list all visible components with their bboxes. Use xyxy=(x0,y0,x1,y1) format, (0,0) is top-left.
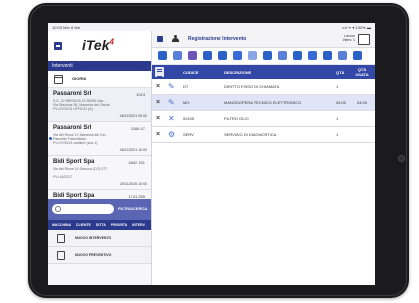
table-row[interactable]: × ⚙ SERV SERVIZIO DI DIAGNOSTICA 1 xyxy=(152,127,375,143)
list-item[interactable]: Passaroni Srl 1013 S.S. 12 BRESCIA 19 25… xyxy=(48,88,151,122)
calendar-toolbar[interactable]: GIORNI xyxy=(48,71,151,88)
unread-dot-icon xyxy=(49,137,52,140)
list-icon[interactable] xyxy=(278,51,287,60)
search-icon xyxy=(55,206,61,212)
calendar-toolbar-label: GIORNI xyxy=(72,76,87,81)
hammer-icon[interactable] xyxy=(218,51,227,60)
close-icon[interactable]: × xyxy=(156,115,163,122)
expand-button[interactable] xyxy=(358,34,370,45)
wrench-icon[interactable] xyxy=(203,51,212,60)
logo-row: iTek4 xyxy=(48,31,151,61)
intervention-list-pane: iTek4 Interventi GIORNI Passaroni Srl 10… xyxy=(48,31,152,285)
page-title: Registrazione Intervento xyxy=(188,36,247,42)
filter-tab-company[interactable]: DITTA xyxy=(96,223,106,227)
list-item[interactable]: Passaroni Srl 1166 47 Via del Rione 12 M… xyxy=(48,122,151,156)
filter-tab-priority[interactable]: PRIORITA xyxy=(111,223,127,227)
menu-icon[interactable] xyxy=(54,42,62,50)
filter-tabs: MACCHINA CLIENTE DITTA PRIORITA INTERV. xyxy=(48,220,151,230)
filter-search-button[interactable]: FILTRA/CERCA xyxy=(118,206,147,211)
table-header: CODICE DESCRIZIONE QTÀ QTÀ USATA xyxy=(152,65,375,79)
wrench-icon: ✎ xyxy=(168,82,175,91)
intervention-detail-pane: Registrazione Intervento Lavoro Interv. … xyxy=(152,31,375,285)
close-icon[interactable]: × xyxy=(156,83,163,90)
column-description: DESCRIZIONE xyxy=(224,70,252,75)
user-icon[interactable] xyxy=(172,35,179,42)
status-time: 10:03 Mer 6 feb xyxy=(52,25,81,30)
table-row[interactable]: × ✎ MO MANODOPERA TECNICO ELETTRONICO 04… xyxy=(152,95,375,111)
new-intervention-icon xyxy=(57,234,65,243)
settings-icon[interactable] xyxy=(233,51,242,60)
search-input[interactable] xyxy=(52,204,114,214)
save-icon[interactable] xyxy=(353,51,362,60)
print-icon[interactable] xyxy=(338,51,347,60)
action-toolbar xyxy=(152,48,375,65)
calendar-icon[interactable] xyxy=(54,75,63,84)
menu-icon[interactable] xyxy=(155,67,164,77)
job-info: Lavoro Interv. 1 xyxy=(342,34,355,42)
list-item[interactable]: Bidi Sport Spa 1802 151 Via del Rione 14… xyxy=(48,156,151,190)
settings-icon: ⚙ xyxy=(168,130,176,139)
app-screen: 10:03 Mer 6 feb ••ıl ᯤ ▾ 100% ▬ iTek4 In… xyxy=(48,23,375,285)
hammer-icon: ✕ xyxy=(168,114,175,123)
search-bar: FILTRA/CERCA xyxy=(48,199,151,220)
new-quote-icon xyxy=(57,251,65,260)
calendar-icon[interactable] xyxy=(293,51,302,60)
person-icon[interactable] xyxy=(323,51,332,60)
detail-header: Registrazione Intervento Lavoro Interv. … xyxy=(152,31,375,48)
filter-tab-machine[interactable]: MACCHINA xyxy=(52,223,71,227)
status-bar: 10:03 Mer 6 feb ••ıl ᯤ ▾ 100% ▬ xyxy=(48,23,375,31)
close-icon[interactable]: × xyxy=(156,99,163,106)
document-icon[interactable] xyxy=(248,51,257,60)
filter-icon[interactable] xyxy=(173,51,182,60)
tools-icon: ✎ xyxy=(168,98,175,107)
column-qty: QTÀ xyxy=(336,70,345,75)
camera-icon[interactable] xyxy=(308,51,317,60)
new-quote-button[interactable]: NUOVO PREVENTIVO xyxy=(48,247,151,264)
column-code: CODICE xyxy=(183,70,199,75)
truck-icon[interactable] xyxy=(188,51,197,60)
tools-icon[interactable] xyxy=(158,51,167,60)
app-logo: iTek4 xyxy=(82,37,114,53)
column-qty-used: QTÀ USATA xyxy=(355,67,369,77)
new-intervention-button[interactable]: NUOVO INTERVENTO xyxy=(48,230,151,247)
section-title: Interventi xyxy=(48,61,151,71)
sidebar-toggle-icon[interactable] xyxy=(157,36,163,42)
home-button[interactable] xyxy=(398,155,405,162)
filter-tab-customer[interactable]: CLIENTE xyxy=(76,223,91,227)
alert-icon[interactable] xyxy=(263,51,272,60)
close-icon[interactable]: × xyxy=(156,131,163,138)
table-row[interactable]: × ✕ 00105 FILTRO OLIO 1 xyxy=(152,111,375,127)
filter-tab-intervention[interactable]: INTERV. xyxy=(132,223,145,227)
table-row[interactable]: × ✎ DT DIRITTO FISSO DI CHIAMATA 1 xyxy=(152,79,375,95)
